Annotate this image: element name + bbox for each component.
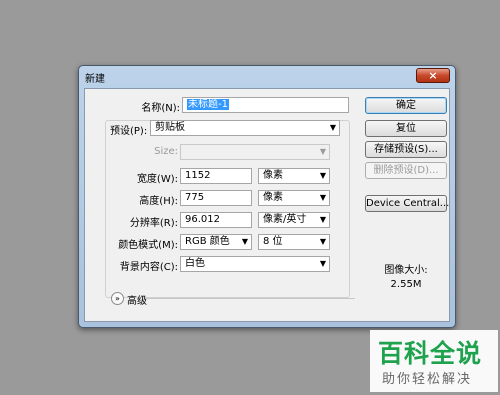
chevron-down-icon: ▼ [319, 215, 326, 224]
chevron-down-icon: ▼ [329, 123, 336, 132]
background-value: 白色 [185, 258, 205, 269]
width-unit-select[interactable]: 像素 ▼ [258, 168, 330, 184]
advanced-separator [145, 298, 355, 299]
close-button[interactable]: × [416, 68, 450, 83]
width-input[interactable]: 1152 [180, 168, 252, 184]
resolution-unit-value: 像素/英寸 [263, 214, 307, 225]
height-unit-select[interactable]: 像素 ▼ [258, 190, 330, 206]
chevron-down-icon: ▼ [319, 237, 326, 246]
save-preset-button[interactable]: 存储预设(S)... [365, 141, 447, 158]
name-label: 名称(N): [141, 103, 180, 114]
width-unit-value: 像素 [263, 170, 283, 181]
dialog-client-area: 名称(N): 未标题-1 预设(P): 剪贴板 ▼ Size: ▼ 宽度(W):… [84, 88, 450, 322]
delete-preset-button[interactable]: 删除预设(D)... [365, 162, 447, 179]
height-value: 775 [185, 192, 205, 203]
width-label: 宽度(W): [136, 174, 178, 185]
preset-value: 剪贴板 [155, 122, 185, 133]
image-size-value: 2.55M [390, 279, 422, 290]
size-select[interactable]: ▼ [180, 144, 330, 160]
watermark-title: 百科全说 [378, 339, 483, 368]
color-mode-select[interactable]: RGB 颜色 ▼ [180, 234, 252, 250]
resolution-label: 分辨率(R): [129, 218, 178, 229]
preset-select[interactable]: 剪贴板 ▼ [150, 120, 340, 136]
title-bar[interactable]: 新建 × [79, 66, 455, 88]
height-label: 高度(H): [139, 196, 178, 207]
dialog-title: 新建 [85, 74, 105, 85]
watermark-subtitle: 助你轻松解决 [382, 372, 473, 387]
background-label: 背景内容(C): [119, 262, 178, 273]
close-icon: × [428, 69, 438, 82]
chevron-down-icon: ▼ [319, 259, 326, 268]
preset-label: 预设(P): [108, 122, 150, 137]
chevron-down-icon: ▼ [319, 193, 326, 202]
width-value: 1152 [185, 170, 211, 181]
height-input[interactable]: 775 [180, 190, 252, 206]
reset-button[interactable]: 复位 [365, 120, 447, 137]
size-label: Size: [154, 146, 178, 157]
resolution-input[interactable]: 96.012 [180, 212, 252, 228]
new-document-dialog: 新建 × 名称(N): 未标题-1 预设(P): 剪贴板 ▼ Size: ▼ 宽… [78, 65, 456, 328]
bit-depth-select[interactable]: 8 位 ▼ [258, 234, 330, 250]
expand-advanced-icon[interactable]: » [111, 292, 124, 305]
color-mode-value: RGB 颜色 [185, 236, 230, 247]
resolution-value: 96.012 [185, 214, 220, 225]
chevron-down-icon: ▼ [241, 237, 248, 246]
device-central-button[interactable]: Device Central... [365, 195, 449, 212]
background-select[interactable]: 白色 ▼ [180, 256, 330, 272]
watermark: 百科全说 助你轻松解决 [370, 330, 498, 392]
image-size-label: 图像大小: [384, 265, 428, 276]
chevron-down-icon: ▼ [319, 147, 326, 156]
ok-button[interactable]: 确定 [365, 97, 447, 114]
chevron-down-icon: ▼ [319, 171, 326, 180]
color-mode-label: 颜色模式(M): [118, 240, 178, 251]
name-input[interactable]: 未标题-1 [182, 97, 349, 113]
bit-depth-value: 8 位 [263, 236, 283, 247]
advanced-label[interactable]: 高级 [127, 292, 147, 307]
resolution-unit-select[interactable]: 像素/英寸 ▼ [258, 212, 330, 228]
height-unit-value: 像素 [263, 192, 283, 203]
name-value: 未标题-1 [187, 99, 229, 110]
